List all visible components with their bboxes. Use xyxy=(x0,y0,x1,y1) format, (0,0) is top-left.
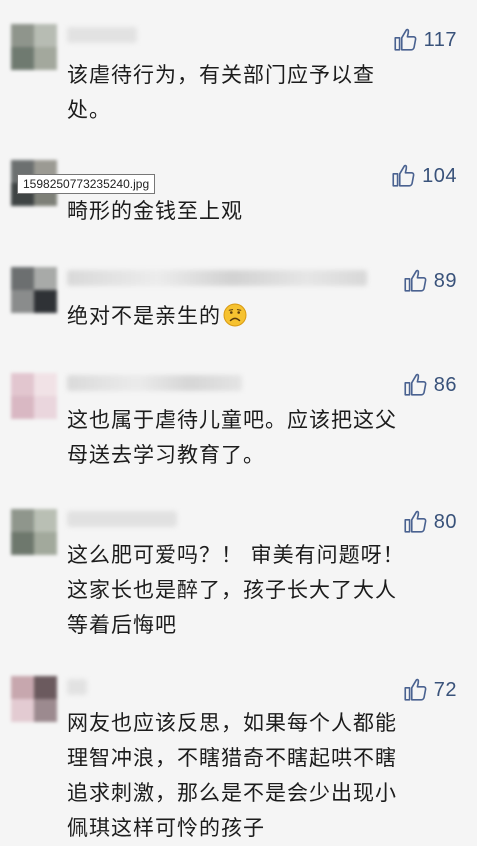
username-blurred xyxy=(67,27,137,43)
comment-line: 畸形的金钱至上观 xyxy=(67,199,243,223)
comment-line: 理智冲浪，不瞎猎奇不瞎起哄不瞎 xyxy=(67,746,397,770)
comment-line: 母送去学习教育了。 xyxy=(67,443,265,467)
avatar[interactable] xyxy=(11,373,57,419)
thumbs-up-icon xyxy=(404,510,427,533)
thumbs-up-icon xyxy=(404,373,427,396)
comment-text: 该虐待行为，有关部门应予以查 处。 xyxy=(67,58,447,128)
like-count: 72 xyxy=(433,678,457,701)
thumbs-up-icon xyxy=(394,28,417,51)
like-button[interactable]: 104 xyxy=(390,162,457,190)
like-count: 104 xyxy=(422,164,457,187)
comment-line: 这么肥可爱吗？！ 审美有问题呀！ xyxy=(67,543,405,567)
like-count: 80 xyxy=(433,510,457,533)
comment-text: 畸形的金钱至上观 xyxy=(67,194,447,229)
image-filename-tooltip: 1598250773235240.jpg xyxy=(17,174,156,194)
avatar[interactable] xyxy=(11,509,57,555)
comment-line: 处。 xyxy=(67,98,111,122)
comment-line: 这家长也是醉了，孩子长大了大人 xyxy=(67,578,397,602)
comment-line: 这也属于虐待儿童吧。应该把这父 xyxy=(67,408,397,432)
username-blurred xyxy=(67,511,177,527)
frowning-face-emoji xyxy=(223,303,247,338)
username-blurred xyxy=(67,375,242,391)
comment-line: 该虐待行为，有关部门应予以查 xyxy=(67,63,375,87)
username-blurred xyxy=(67,270,367,286)
comment-text: 网友也应该反思，如果每个人都能 理智冲浪，不瞎猎奇不瞎起哄不瞎 追求刺激，那么是… xyxy=(67,706,447,846)
comment-line: 等着后悔吧 xyxy=(67,613,177,637)
like-button[interactable]: 89 xyxy=(402,267,457,295)
comment-line: 佩琪这样可怜的孩子 xyxy=(67,816,265,840)
thumbs-up-icon xyxy=(404,269,427,292)
comment-text: 绝对不是亲生的 xyxy=(67,299,447,338)
comment-text: 这也属于虐待儿童吧。应该把这父 母送去学习教育了。 xyxy=(67,403,447,473)
avatar[interactable] xyxy=(11,267,57,313)
like-button[interactable]: 72 xyxy=(402,676,457,704)
avatar[interactable] xyxy=(11,676,57,722)
comment-text: 这么肥可爱吗？！ 审美有问题呀！ 这家长也是醉了，孩子长大了大人 等着后悔吧 xyxy=(67,538,447,643)
like-count: 117 xyxy=(423,28,457,51)
thumbs-up-icon xyxy=(404,678,427,701)
like-button[interactable]: 117 xyxy=(392,26,457,54)
avatar[interactable] xyxy=(11,24,57,70)
username-blurred xyxy=(67,679,87,695)
comment-line: 追求刺激，那么是不是会少出现小 xyxy=(67,781,397,805)
like-button[interactable]: 80 xyxy=(402,508,457,536)
comment-line: 网友也应该反思，如果每个人都能 xyxy=(67,711,397,735)
like-count: 86 xyxy=(433,373,457,396)
like-count: 89 xyxy=(433,269,457,292)
comment-line: 绝对不是亲生的 xyxy=(67,304,221,328)
like-button[interactable]: 86 xyxy=(402,371,457,399)
thumbs-up-icon xyxy=(392,164,415,187)
